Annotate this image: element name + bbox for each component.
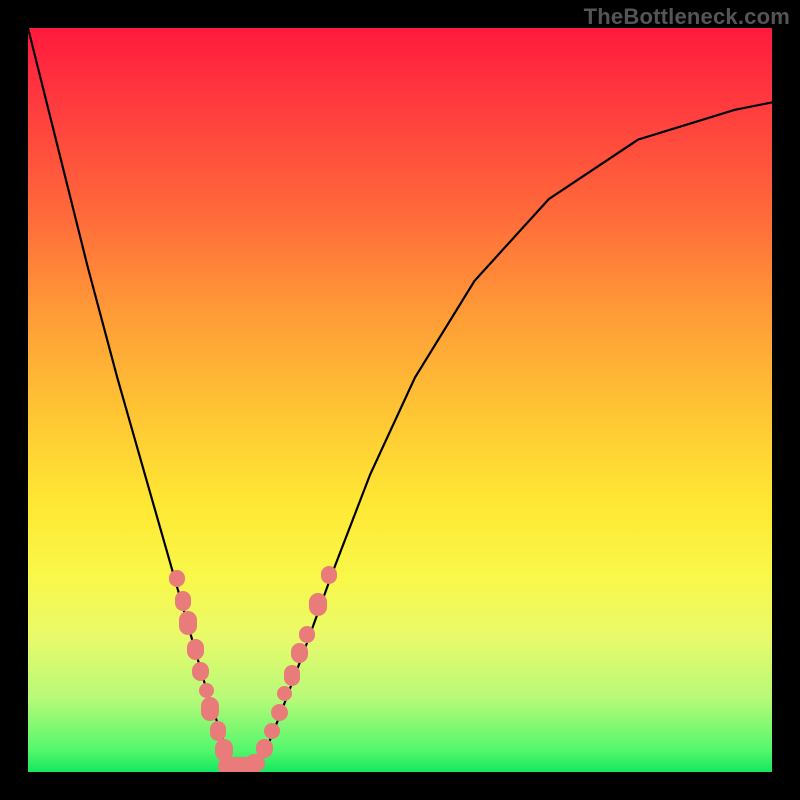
curve-marker <box>309 593 327 615</box>
curve-marker <box>299 626 315 642</box>
curve-marker <box>187 639 203 660</box>
curve-marker <box>284 665 300 686</box>
curve-marker <box>192 662 208 681</box>
curve-marker <box>210 721 226 740</box>
watermark-text: TheBottleneck.com <box>584 4 790 30</box>
plot-area <box>28 28 772 772</box>
curve-marker <box>291 643 307 662</box>
curve-marker <box>271 704 287 722</box>
curve-marker <box>256 739 272 758</box>
curve-marker <box>199 683 214 698</box>
bottleneck-curve <box>28 28 772 772</box>
curve-marker <box>179 611 197 635</box>
curve-marker <box>201 697 219 721</box>
curve-marker <box>175 591 191 610</box>
curve-marker <box>169 570 185 586</box>
chart-frame: TheBottleneck.com <box>0 0 800 800</box>
curve-marker <box>321 566 337 584</box>
